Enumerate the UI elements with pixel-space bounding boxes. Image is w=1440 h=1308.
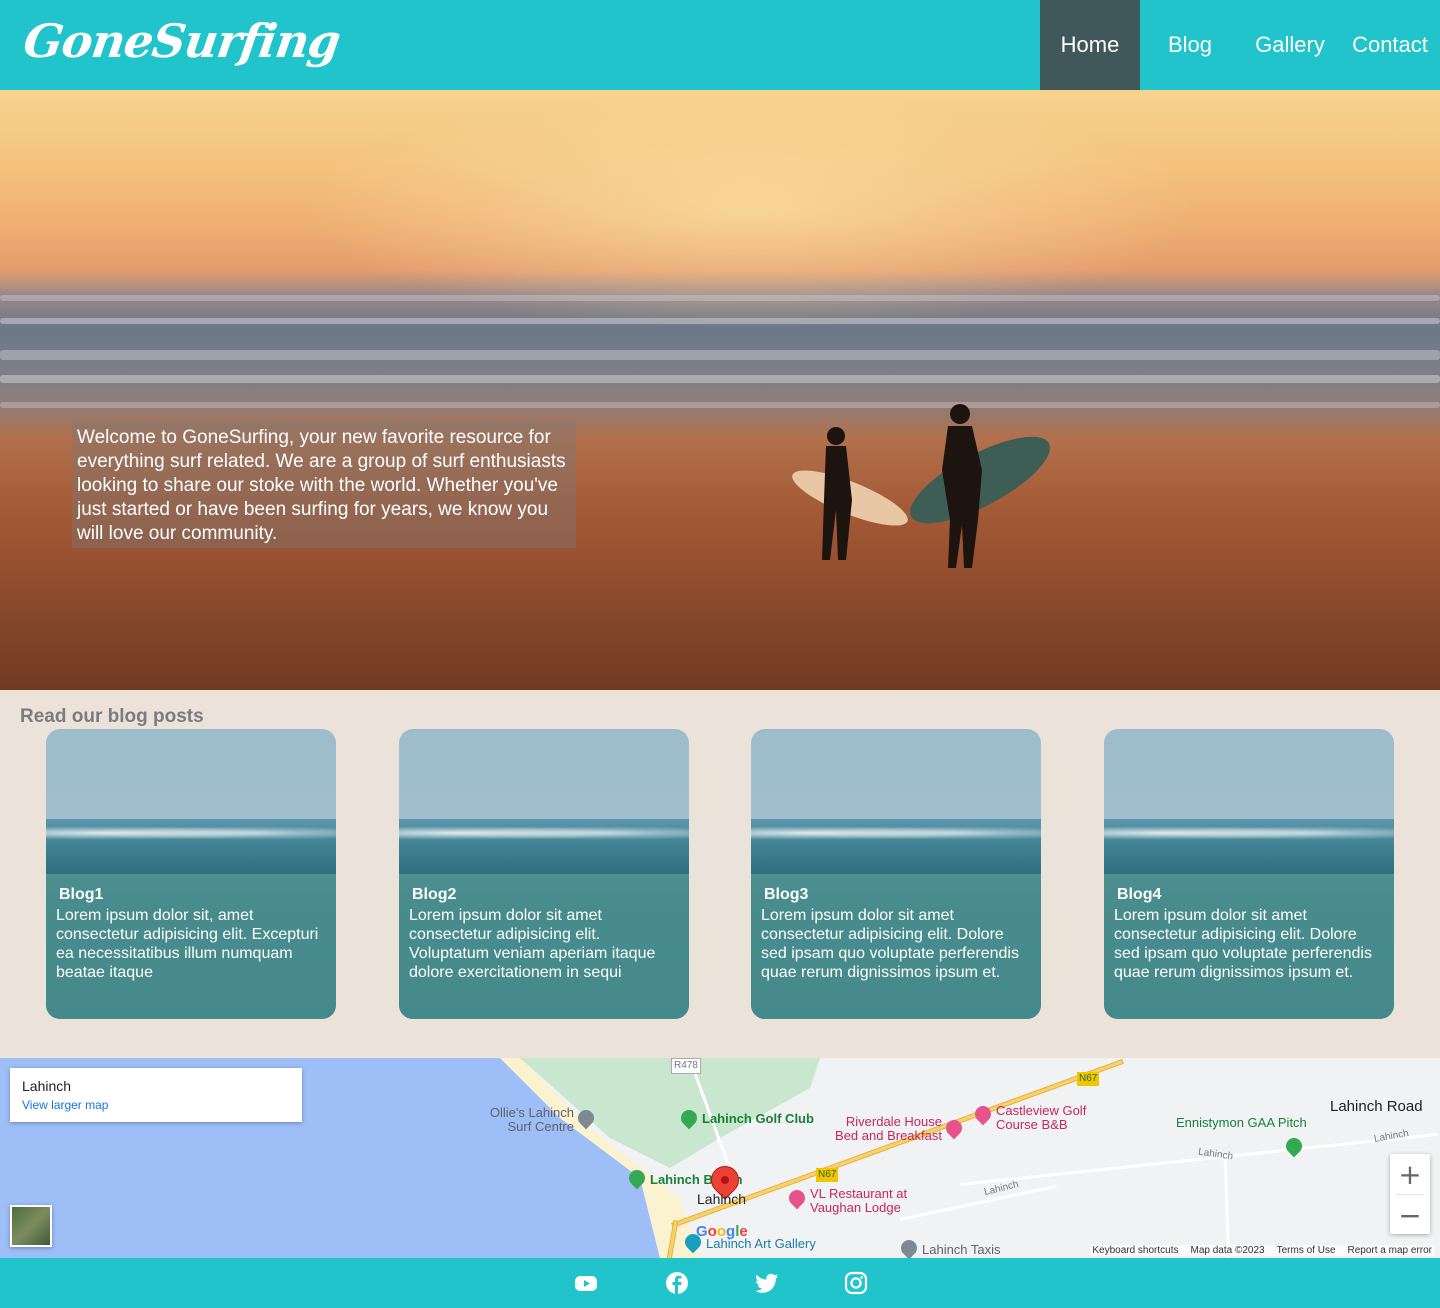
card-image-foam bbox=[399, 825, 689, 841]
map-label-riverdale[interactable]: Riverdale House Bed and Breakfast bbox=[820, 1115, 942, 1143]
nav-gallery[interactable]: Gallery bbox=[1240, 0, 1340, 90]
blog-card[interactable]: Blog2 Lorem ipsum dolor sit amet consect… bbox=[399, 729, 689, 1019]
map-road-minor bbox=[899, 1184, 1057, 1221]
site-footer bbox=[0, 1258, 1440, 1308]
hero-intro-text: Welcome to GoneSurfing, your new favorit… bbox=[72, 422, 576, 548]
embedded-map[interactable]: Lahinch View larger map Ollie's Lahinch … bbox=[0, 1058, 1440, 1258]
surfers-silhouette bbox=[792, 404, 1050, 568]
card-title: Blog2 bbox=[412, 886, 457, 903]
map-place-title: Lahinch bbox=[22, 1078, 72, 1094]
card-overlay: Blog2 Lorem ipsum dolor sit amet consect… bbox=[399, 874, 689, 1019]
hero-banner: Welcome to GoneSurfing, your new favorit… bbox=[0, 90, 1440, 690]
map-data-text: Map data ©2023 bbox=[1190, 1245, 1265, 1256]
map-label-ollies[interactable]: Ollie's Lahinch Surf Centre bbox=[482, 1106, 574, 1134]
road-shield-n67: N67 bbox=[816, 1168, 839, 1182]
nav-home[interactable]: Home bbox=[1040, 0, 1140, 90]
hero-sky-glow bbox=[300, 90, 1200, 330]
card-body: Lorem ipsum dolor sit amet consectetur a… bbox=[409, 907, 656, 981]
map-label-castleview[interactable]: Castleview Golf Course B&B bbox=[996, 1104, 1096, 1132]
facebook-icon[interactable] bbox=[665, 1271, 689, 1295]
map-place-card: Lahinch View larger map bbox=[10, 1068, 302, 1122]
card-body: Lorem ipsum dolor sit, amet consectetur … bbox=[56, 907, 319, 981]
keyboard-shortcuts-link[interactable]: Keyboard shortcuts bbox=[1092, 1245, 1178, 1256]
hero-wave bbox=[0, 375, 1440, 383]
blog-card[interactable]: Blog1 Lorem ipsum dolor sit, amet consec… bbox=[46, 729, 336, 1019]
card-overlay: Blog1 Lorem ipsum dolor sit, amet consec… bbox=[46, 874, 336, 1019]
location-marker-dot bbox=[721, 1176, 729, 1184]
zoom-in-button[interactable]: + bbox=[1390, 1154, 1430, 1194]
twitter-icon[interactable] bbox=[755, 1271, 779, 1295]
nav-blog[interactable]: Blog bbox=[1140, 0, 1240, 90]
card-body: Lorem ipsum dolor sit amet consectetur a… bbox=[1114, 907, 1372, 981]
taxi-pin-icon[interactable] bbox=[897, 1236, 921, 1258]
card-body: Lorem ipsum dolor sit amet consectetur a… bbox=[761, 907, 1019, 981]
zoom-out-button[interactable]: − bbox=[1390, 1195, 1430, 1235]
road-name-label: Lahinch bbox=[1197, 1146, 1234, 1163]
hero-wave bbox=[0, 350, 1440, 360]
road-shield-r478: R478 bbox=[671, 1058, 701, 1074]
instagram-icon[interactable] bbox=[844, 1271, 868, 1295]
restaurant-pin-icon[interactable] bbox=[785, 1186, 809, 1210]
card-title: Blog4 bbox=[1117, 886, 1162, 903]
satellite-layer-toggle[interactable] bbox=[10, 1205, 52, 1247]
map-road-minor bbox=[1223, 1154, 1231, 1258]
report-map-error-link[interactable]: Report a map error bbox=[1348, 1245, 1432, 1256]
hero-wave bbox=[0, 402, 1440, 408]
map-label-lahinch: Lahinch bbox=[697, 1191, 747, 1207]
card-image-foam bbox=[1104, 825, 1394, 841]
main-nav: Home Blog Gallery Contact bbox=[1040, 0, 1440, 90]
card-image-foam bbox=[751, 825, 1041, 841]
map-label-gaa[interactable]: Ennistymon GAA Pitch bbox=[1176, 1116, 1307, 1130]
road-shield-n67: N67 bbox=[1077, 1072, 1100, 1086]
map-label-vl-restaurant[interactable]: VL Restaurant at Vaughan Lodge bbox=[810, 1187, 920, 1215]
youtube-icon[interactable] bbox=[574, 1271, 598, 1295]
road-name-label: Lahinch bbox=[1373, 1128, 1410, 1145]
nav-contact[interactable]: Contact bbox=[1340, 0, 1440, 90]
card-image-foam bbox=[46, 825, 336, 841]
blog-heading: Read our blog posts bbox=[20, 706, 204, 727]
card-title: Blog1 bbox=[59, 886, 104, 903]
hero-wave bbox=[0, 295, 1440, 301]
card-overlay: Blog3 Lorem ipsum dolor sit amet consect… bbox=[751, 874, 1041, 1019]
site-logo[interactable]: GoneSurfing bbox=[20, 14, 343, 68]
blog-card[interactable]: Blog4 Lorem ipsum dolor sit amet consect… bbox=[1104, 729, 1394, 1019]
map-label-golf-club[interactable]: Lahinch Golf Club bbox=[702, 1112, 814, 1126]
site-header: GoneSurfing Home Blog Gallery Contact bbox=[0, 0, 1440, 90]
card-overlay: Blog4 Lorem ipsum dolor sit amet consect… bbox=[1104, 874, 1394, 1019]
map-label-taxis[interactable]: Lahinch Taxis bbox=[922, 1243, 1001, 1257]
map-zoom-controls: + − bbox=[1390, 1154, 1430, 1234]
map-label-lahinch-road: Lahinch Road bbox=[1330, 1098, 1423, 1115]
map-attribution: Keyboard shortcuts Map data ©2023 Terms … bbox=[1090, 1245, 1434, 1256]
terms-of-use-link[interactable]: Terms of Use bbox=[1277, 1245, 1336, 1256]
view-larger-map-link[interactable]: View larger map bbox=[22, 1098, 290, 1112]
hero-wave bbox=[0, 318, 1440, 324]
park-pin-icon[interactable] bbox=[1282, 1134, 1306, 1158]
card-title: Blog3 bbox=[764, 886, 809, 903]
blog-section: Read our blog posts Blog1 Lorem ipsum do… bbox=[0, 690, 1440, 1058]
blog-card[interactable]: Blog3 Lorem ipsum dolor sit amet consect… bbox=[751, 729, 1041, 1019]
google-logo: Google bbox=[696, 1223, 748, 1240]
